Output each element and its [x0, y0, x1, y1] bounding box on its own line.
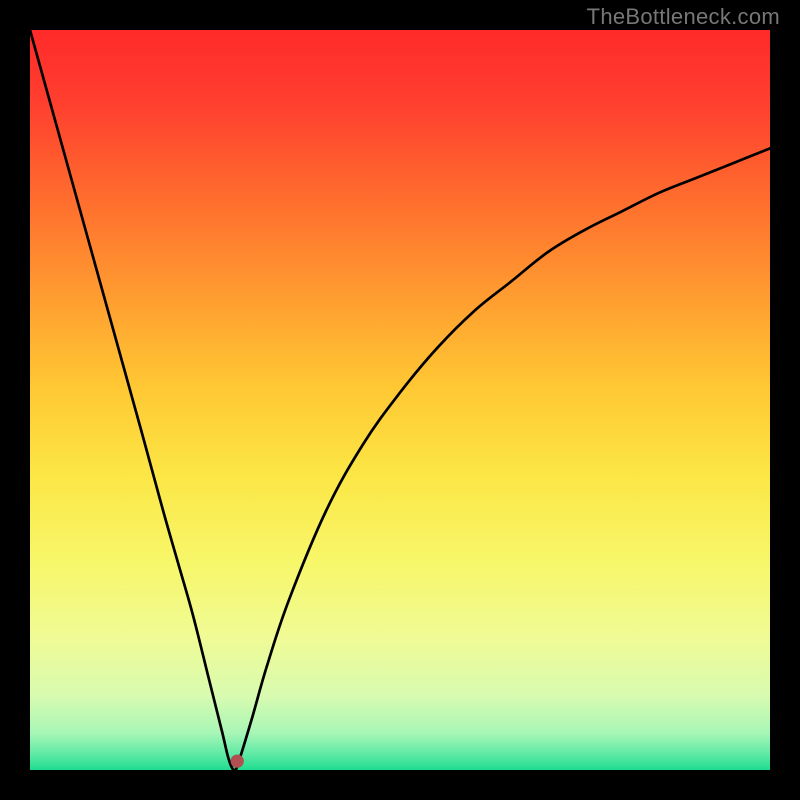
- chart-frame: TheBottleneck.com: [0, 0, 800, 800]
- attribution-label: TheBottleneck.com: [587, 4, 780, 30]
- bottleneck-chart: [0, 0, 800, 800]
- plot-background: [30, 30, 770, 770]
- optimum-marker: [231, 754, 244, 767]
